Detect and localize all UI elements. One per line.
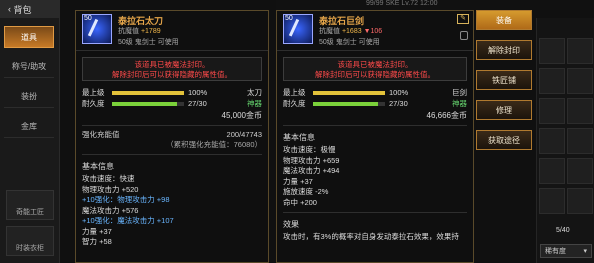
stat-line: 魔法攻击力 +494 bbox=[283, 166, 340, 175]
obtain-route-button[interactable]: 获取途径 bbox=[476, 130, 532, 150]
stat-line: 魔法攻击力 +576 bbox=[82, 205, 139, 215]
item-level: 50 bbox=[84, 15, 92, 22]
left-rail: ‹ 背包 道具 称号/助攻 装扮 金库 奇能工匠 时装衣柜 bbox=[0, 0, 60, 263]
grade-row: 最上级 100% 太刀 bbox=[82, 88, 262, 97]
tab-items[interactable]: 道具 bbox=[4, 26, 54, 48]
inventory-slot[interactable] bbox=[539, 158, 565, 184]
price: 46,666金币 bbox=[426, 111, 467, 120]
equip-button[interactable]: 装备 bbox=[476, 10, 532, 30]
inventory-slot[interactable] bbox=[567, 98, 593, 124]
effect-section: 效果 攻击时，有3%的概率对自身发动泰拉石效果，效果持 bbox=[283, 212, 467, 243]
resist-line: 抗魔值 +1683 ▼106 bbox=[319, 28, 383, 35]
stat-line: 智力 +58 bbox=[82, 237, 112, 246]
reinforce-section: 强化充能值 200/47743 （累积强化充能值：76080） bbox=[82, 125, 262, 150]
inventory-slot[interactable] bbox=[567, 158, 593, 184]
repair-button[interactable]: 修理 bbox=[476, 100, 532, 120]
status-bar: 99/99 SKE Lv.72 12:00 bbox=[276, 0, 594, 10]
grade-bar bbox=[313, 90, 385, 95]
stat-line: +10强化：魔法攻击力 +107 bbox=[82, 216, 174, 225]
edit-icon[interactable]: ✎ bbox=[457, 14, 469, 24]
inventory-slot[interactable] bbox=[539, 98, 565, 124]
stat-line: 施放速度 -2% bbox=[283, 187, 329, 196]
effect-text: 攻击时，有3%的概率对自身发动泰拉石效果，效果持 bbox=[283, 232, 459, 241]
grade-bar bbox=[112, 90, 184, 95]
stat-line: 物理攻击力 +659 bbox=[283, 155, 340, 165]
stat-line: 命中 +200 bbox=[283, 197, 317, 207]
sort-label: 稀有度 bbox=[545, 248, 566, 255]
selected-item-tooltip: 50 泰拉石巨剑 抗魔值 +1683 ▼106 50级 鬼剑士 可使用 ✎ 该道… bbox=[276, 10, 474, 263]
greatsword-icon: 50 bbox=[283, 14, 313, 44]
stat-line: 力量 +37 bbox=[82, 226, 112, 236]
inventory-slot[interactable] bbox=[539, 188, 565, 214]
item-level: 50 bbox=[285, 15, 293, 22]
requirement: 50级 鬼剑士 可使用 bbox=[319, 39, 380, 46]
back-label: 背包 bbox=[13, 4, 32, 15]
back-button[interactable]: ‹ 背包 bbox=[0, 0, 60, 18]
price: 45,000金币 bbox=[221, 111, 262, 120]
inventory-slot[interactable] bbox=[567, 128, 593, 154]
inventory-count: 5/40 bbox=[556, 227, 570, 234]
sort-dropdown[interactable]: 稀有度 ▾ bbox=[540, 244, 592, 258]
action-buttons: 装备 解除封印 铁匠铺 修理 获取途径 bbox=[476, 10, 532, 160]
artisan-label: 奇能工匠 bbox=[16, 209, 44, 216]
stat-line: +10强化：物理攻击力 +98 bbox=[82, 195, 170, 204]
inventory-slot[interactable] bbox=[539, 38, 565, 64]
tab-avatar[interactable]: 装扮 bbox=[4, 86, 54, 108]
inventory-slot[interactable] bbox=[567, 38, 593, 64]
seal-notice: 该道具已被魔法封印。 解除封印后可以获得隐藏的属性值。 bbox=[283, 57, 467, 81]
requirement: 50级 鬼剑士 可使用 bbox=[118, 39, 179, 46]
blacksmith-button[interactable]: 铁匠铺 bbox=[476, 70, 532, 90]
wardrobe-label: 时装衣柜 bbox=[16, 245, 44, 252]
stat-line: 力量 +37 bbox=[283, 176, 313, 186]
basic-info-section: 基本信息 攻击速度：快速 物理攻击力 +520 +10强化：物理攻击力 +98 魔法… bbox=[82, 154, 262, 248]
inventory-slot[interactable] bbox=[539, 68, 565, 94]
durability-row: 耐久度 27/30 神器 bbox=[82, 99, 262, 108]
katana-icon: 50 bbox=[82, 14, 112, 44]
tab-titles[interactable]: 称号/助攻 bbox=[4, 56, 54, 78]
equipped-item-tooltip: 50 泰拉石太刀 抗魔值 +1789 50级 鬼剑士 可使用 该道具已被魔法封印… bbox=[75, 10, 269, 263]
artisan-button[interactable]: 奇能工匠 bbox=[6, 190, 54, 220]
inventory-slot[interactable] bbox=[567, 68, 593, 94]
basic-info-section: 基本信息 攻击速度：极慢 物理攻击力 +659 魔法攻击力 +494 力量 +37 施放… bbox=[283, 125, 467, 208]
durability-bar bbox=[112, 101, 184, 106]
durability-bar bbox=[313, 101, 385, 106]
lock-icon[interactable] bbox=[460, 31, 468, 40]
unseal-button[interactable]: 解除封印 bbox=[476, 40, 532, 60]
resist-line: 抗魔值 +1789 bbox=[118, 28, 161, 35]
inventory-slot[interactable] bbox=[567, 188, 593, 214]
attack-speed: 攻击速度：快速 bbox=[82, 174, 135, 183]
stat-line: 物理攻击力 +520 bbox=[82, 184, 139, 194]
wardrobe-button[interactable]: 时装衣柜 bbox=[6, 226, 54, 256]
chevron-down-icon: ▾ bbox=[583, 248, 587, 255]
durability-row: 耐久度 27/30 神器 bbox=[283, 99, 467, 108]
tab-vault[interactable]: 金库 bbox=[4, 116, 54, 138]
seal-notice: 该道具已被魔法封印。 解除封印后可以获得隐藏的属性值。 bbox=[82, 57, 262, 81]
stat-line: 攻击速度：极慢 bbox=[283, 145, 336, 154]
inventory-slot[interactable] bbox=[539, 128, 565, 154]
grade-row: 最上级 100% 巨剑 bbox=[283, 88, 467, 97]
